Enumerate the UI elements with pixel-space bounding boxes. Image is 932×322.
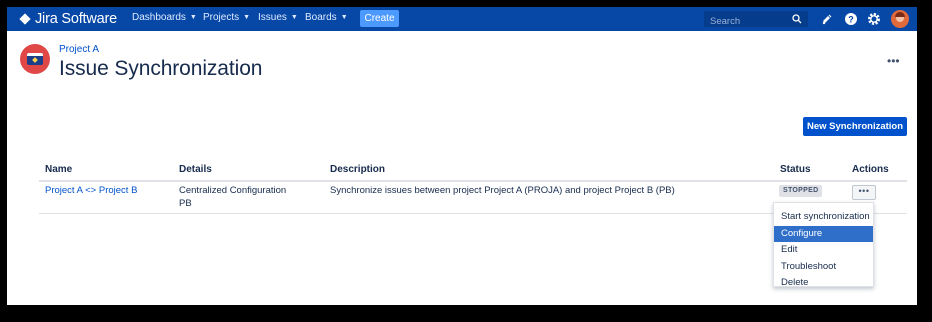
nav-dashboards-label: Dashboards xyxy=(132,12,186,23)
nav-projects-menu[interactable]: Projects ▼ xyxy=(203,12,250,23)
chevron-down-icon: ▼ xyxy=(189,14,197,21)
screenshot-border: Jira Software Dashboards ▼ Projects ▼ Is… xyxy=(0,0,932,322)
page-more-actions-button[interactable]: ••• xyxy=(887,54,900,68)
jira-logo[interactable]: Jira Software xyxy=(19,10,117,28)
help-icon[interactable]: ? xyxy=(844,12,858,26)
menu-item-delete[interactable]: Delete xyxy=(774,275,873,291)
column-header-actions: Actions xyxy=(852,164,889,175)
sync-details-line2: PB xyxy=(179,197,192,209)
project-avatar-card-icon xyxy=(27,53,43,65)
breadcrumb-project-link[interactable]: Project A xyxy=(59,44,99,55)
notifications-icon[interactable] xyxy=(820,12,834,26)
chevron-down-icon: ▼ xyxy=(290,14,298,21)
chevron-down-icon: ▼ xyxy=(340,14,348,21)
user-avatar[interactable] xyxy=(891,10,909,28)
nav-issues-menu[interactable]: Issues ▼ xyxy=(258,12,298,23)
search-icon[interactable] xyxy=(792,14,802,24)
svg-text:?: ? xyxy=(848,15,854,25)
page-title: Issue Synchronization xyxy=(59,57,263,80)
nav-boards-menu[interactable]: Boards ▼ xyxy=(305,12,348,23)
menu-item-start-synchronization[interactable]: Start synchronization xyxy=(774,209,873,225)
new-synchronization-button[interactable]: New Synchronization xyxy=(803,117,907,136)
jira-window: Jira Software Dashboards ▼ Projects ▼ Is… xyxy=(7,7,917,305)
settings-icon[interactable] xyxy=(867,12,881,26)
chevron-down-icon: ▼ xyxy=(243,14,251,21)
column-header-details: Details xyxy=(179,164,212,175)
sync-name-link[interactable]: Project A <> Project B xyxy=(45,185,137,198)
nav-issues-label: Issues xyxy=(258,12,287,23)
menu-item-edit[interactable]: Edit xyxy=(774,242,873,258)
menu-item-configure[interactable]: Configure xyxy=(774,226,873,242)
create-button[interactable]: Create xyxy=(360,10,399,27)
product-name: Jira Software xyxy=(35,11,118,27)
column-header-name: Name xyxy=(45,164,73,175)
project-avatar xyxy=(20,44,50,74)
nav-dashboards-menu[interactable]: Dashboards ▼ xyxy=(132,12,197,23)
sync-details-line1: Centralized Configuration xyxy=(179,185,287,196)
column-header-description: Description xyxy=(330,164,386,175)
nav-boards-label: Boards xyxy=(305,12,337,23)
status-badge: STOPPED xyxy=(779,185,823,197)
top-navigation-bar: Jira Software Dashboards ▼ Projects ▼ Is… xyxy=(7,7,917,31)
sync-description: Synchronize issues between project Proje… xyxy=(330,185,675,196)
menu-item-troubleshoot[interactable]: Troubleshoot xyxy=(774,259,873,275)
row-actions-button[interactable]: ••• xyxy=(852,185,876,200)
table-header-divider xyxy=(39,180,907,182)
jira-diamond-icon xyxy=(19,13,31,25)
search-box xyxy=(704,11,808,30)
nav-projects-label: Projects xyxy=(203,12,240,23)
sync-details: Centralized Configuration PB xyxy=(179,185,286,210)
actions-dropdown-menu: Start synchronization Configure Edit Tro… xyxy=(773,202,874,288)
column-header-status: Status xyxy=(780,164,811,175)
